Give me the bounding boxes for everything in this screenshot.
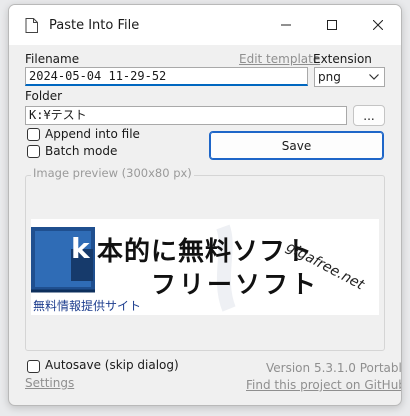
append-checkbox[interactable] [27,128,40,141]
preview-tagline: 無料情報提供サイト [33,299,142,313]
close-button[interactable] [355,5,401,45]
extension-value: png [318,70,341,84]
close-icon [373,20,383,30]
window-title: Paste Into File [49,18,140,33]
preview-sub-text: フリーソフト [151,270,320,299]
maximize-button[interactable] [309,5,355,45]
browse-folder-button[interactable]: ... [353,105,385,126]
minimize-icon [281,24,291,26]
folder-label: Folder [25,89,63,103]
batch-mode-label[interactable]: Batch mode [45,144,117,158]
extension-label: Extension [313,52,372,66]
app-window: Paste Into File Filename Edit template E… [8,4,402,406]
preview-logo-letter: k [71,232,90,265]
extension-select[interactable]: png [314,67,385,87]
autosave-label[interactable]: Autosave (skip dialog) [45,358,179,372]
version-label: Version 5.3.1.0 Portable [266,361,402,375]
minimize-button[interactable] [263,5,309,45]
autosave-checkbox[interactable] [27,360,40,373]
title-bar: Paste Into File [9,5,401,45]
chevron-down-icon [369,74,379,80]
maximize-icon [327,20,337,30]
settings-link[interactable]: Settings [25,376,74,390]
preview-main-text: 本的に無料ソフト [97,237,314,267]
github-link[interactable]: Find this project on GitHub [246,378,401,392]
folder-input[interactable]: K:¥テスト [25,106,347,125]
image-preview-legend: Image preview (300x80 px) [31,166,194,180]
image-preview: k 本的に無料ソフト フリーソフト 無料情報提供サイト gigafree.net [31,219,379,315]
filename-label: Filename [25,52,80,66]
edit-template-link[interactable]: Edit template [239,52,320,66]
save-button[interactable]: Save [209,131,384,160]
batch-mode-checkbox[interactable] [27,145,40,158]
filename-input[interactable]: 2024-05-04 11-29-52 [25,67,308,86]
paste-document-icon [25,18,38,33]
append-label[interactable]: Append into file [45,127,140,141]
